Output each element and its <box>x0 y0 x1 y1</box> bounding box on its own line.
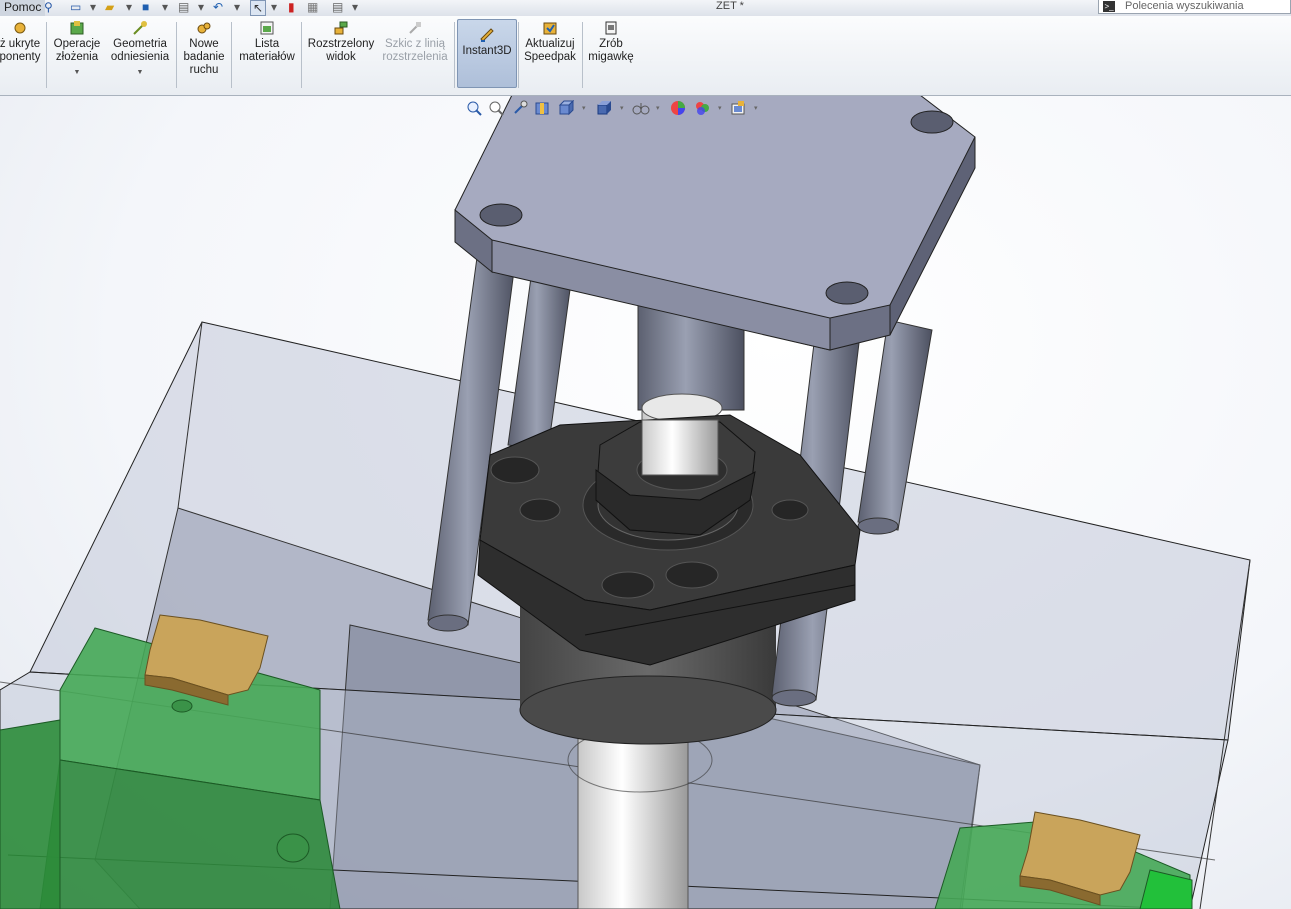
explode-line-sketch-button[interactable]: Szkic z linią rozstrzelenia <box>380 20 450 64</box>
save-icon[interactable]: ■ <box>142 0 149 14</box>
file-properties-icon[interactable]: ▦ <box>307 0 318 14</box>
undo-dropdown-icon[interactable]: ▾ <box>234 0 240 14</box>
search-input[interactable]: >_ Polecenia wyszukiwania <box>1098 0 1291 14</box>
exploded-view-button[interactable]: Rozstrzelony widok <box>306 20 376 64</box>
view-orientation-icon[interactable] <box>558 99 575 116</box>
display-style-dropdown-icon[interactable]: ▾ <box>620 104 624 112</box>
reference-geometry-button[interactable]: Geometria odniesienia ▼ <box>108 20 172 79</box>
update-speedpak-icon <box>542 20 558 36</box>
exploded-view-icon <box>333 20 349 36</box>
take-snapshot-label: Zrób migawkę <box>588 38 634 63</box>
explode-line-sketch-icon <box>407 20 423 36</box>
zoom-to-fit-icon[interactable] <box>466 100 482 116</box>
view-settings-icon[interactable] <box>730 100 746 116</box>
assembly-features-button[interactable]: Operacje złożenia ▼ <box>51 20 103 79</box>
show-hidden-components-icon <box>12 20 28 36</box>
search-placeholder: Polecenia wyszukiwania <box>1125 0 1244 12</box>
bill-of-materials-icon <box>259 20 275 36</box>
undo-icon[interactable]: ↶ <box>213 0 223 14</box>
bill-of-materials-button[interactable]: Lista materiałów <box>236 20 298 64</box>
show-hidden-components-button[interactable]: ż ukryte ponenty <box>0 20 46 64</box>
select-dropdown-icon[interactable]: ▾ <box>271 0 277 14</box>
explode-line-sketch-label: Szkic z linią rozstrzelenia <box>382 38 448 63</box>
bill-of-materials-label: Lista materiałów <box>239 38 295 63</box>
new-dropdown-icon[interactable]: ▾ <box>90 0 96 14</box>
options-dropdown-icon[interactable]: ▾ <box>352 0 358 14</box>
motion-study-icon <box>196 20 212 36</box>
instant3d-button[interactable]: Instant3D <box>457 19 517 88</box>
scene-icon[interactable] <box>694 100 710 116</box>
assembly-features-label: Operacje złożenia <box>53 38 101 63</box>
graphics-area[interactable]: ▾ ▾ ▾ ▾ ▾ <box>0 96 1291 909</box>
new-motion-study-button[interactable]: Nowe badanie ruchu <box>181 20 227 77</box>
select-icon[interactable]: ↖ <box>250 0 267 16</box>
open-icon[interactable]: ▰ <box>105 0 114 14</box>
assembly-features-icon <box>69 20 85 36</box>
reference-geometry-label: Geometria odniesienia <box>110 38 170 63</box>
print-dropdown-icon[interactable]: ▾ <box>198 0 204 14</box>
update-speedpak-button[interactable]: Aktualizuj Speedpak <box>521 20 579 64</box>
instant3d-icon <box>479 27 495 43</box>
title-bar: Pomoc ⚲ ▭ ▾ ▰ ▾ ■ ▾ ▤ ▾ ↶ ▾ ↖ ▾ ▮ ▦ ▤ ▾ … <box>0 0 1291 17</box>
document-title: ZET * <box>716 0 744 12</box>
new-document-icon[interactable]: ▭ <box>70 0 81 14</box>
previous-view-icon[interactable] <box>512 100 528 116</box>
print-icon[interactable]: ▤ <box>178 0 189 14</box>
appearance-icon[interactable] <box>670 100 686 116</box>
snapshot-icon <box>603 20 619 36</box>
view-settings-dropdown-icon[interactable]: ▾ <box>754 104 758 112</box>
command-search-icon: >_ <box>1103 1 1115 12</box>
show-hidden-components-label: ż ukryte ponenty <box>0 38 41 63</box>
options-icon[interactable]: ▤ <box>332 0 343 14</box>
command-manager-ribbon: ż ukryte ponenty Operacje złożenia ▼ Geo… <box>0 16 1291 96</box>
section-view-icon[interactable] <box>534 100 550 116</box>
menu-help[interactable]: Pomoc <box>0 0 46 16</box>
assembly-features-dropdown-icon[interactable]: ▼ <box>51 66 103 79</box>
save-dropdown-icon[interactable]: ▾ <box>162 0 168 14</box>
new-motion-study-label: Nowe badanie ruchu <box>183 38 225 76</box>
update-speedpak-label: Aktualizuj Speedpak <box>524 38 576 63</box>
zoom-area-icon[interactable] <box>488 100 504 116</box>
hide-show-icon[interactable] <box>632 100 650 116</box>
pin-icon[interactable]: ⚲ <box>44 0 53 14</box>
view-orientation-dropdown-icon[interactable]: ▾ <box>582 104 586 112</box>
hide-show-dropdown-icon[interactable]: ▾ <box>656 104 660 112</box>
assembly-model <box>0 96 1251 909</box>
display-style-icon[interactable] <box>596 100 612 116</box>
reference-geometry-icon <box>132 20 148 36</box>
exploded-view-label: Rozstrzelony widok <box>307 38 375 63</box>
instant3d-label: Instant3D <box>462 45 512 57</box>
take-snapshot-button[interactable]: Zrób migawkę <box>585 20 637 64</box>
rebuild-icon[interactable]: ▮ <box>288 0 295 14</box>
open-dropdown-icon[interactable]: ▾ <box>126 0 132 14</box>
reference-geometry-dropdown-icon[interactable]: ▼ <box>108 66 172 79</box>
scene-dropdown-icon[interactable]: ▾ <box>718 104 722 112</box>
